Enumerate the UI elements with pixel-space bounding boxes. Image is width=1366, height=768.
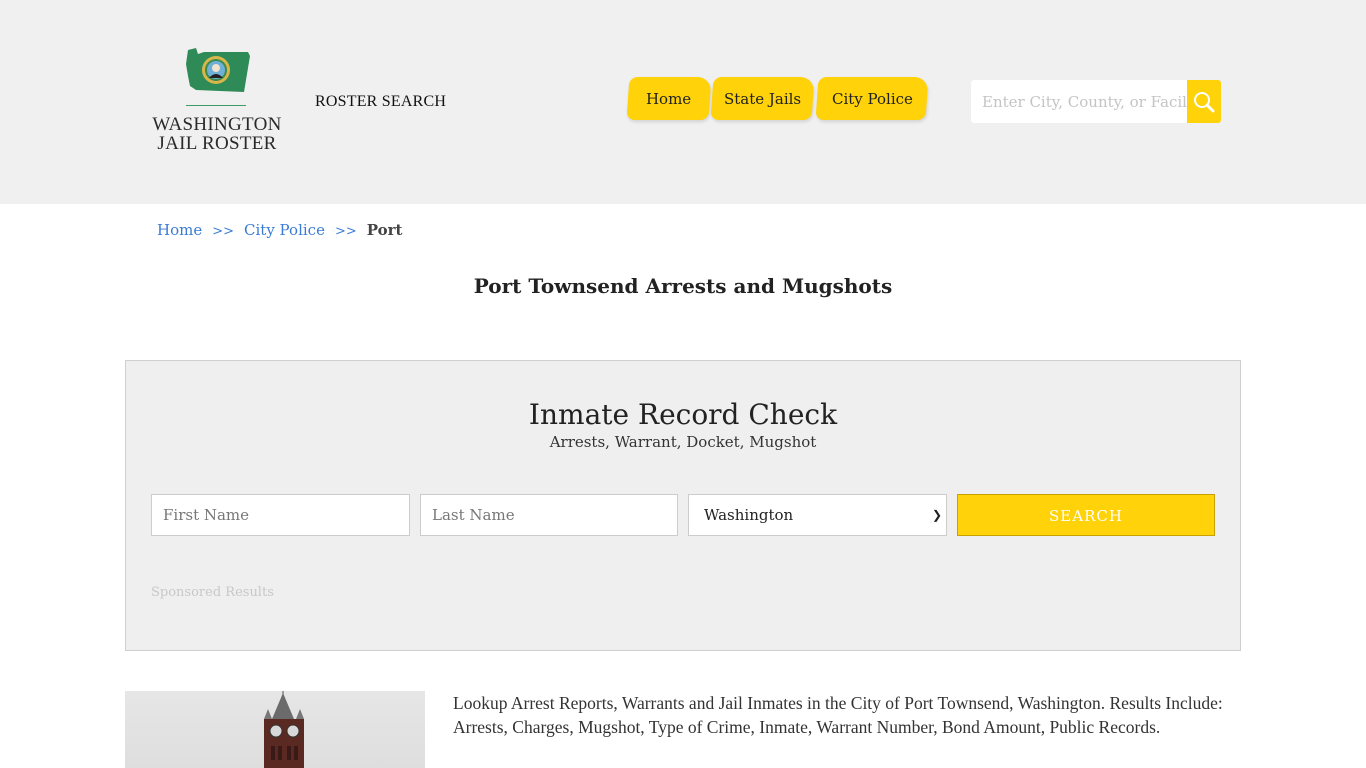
nav-city-police[interactable]: City Police <box>815 77 929 120</box>
nav-state-jails[interactable]: State Jails <box>710 77 815 120</box>
breadcrumb: Home >> City Police >> Port <box>157 221 402 239</box>
breadcrumb-city-police[interactable]: City Police <box>244 221 325 239</box>
first-name-input[interactable] <box>151 494 410 536</box>
nav-state-jails-label: State Jails <box>723 90 802 108</box>
nav-home[interactable]: Home <box>626 77 712 120</box>
search-icon <box>1194 91 1215 112</box>
breadcrumb-home[interactable]: Home <box>157 221 202 239</box>
washington-state-seal-map-icon <box>186 48 250 92</box>
nav-city-police-label: City Police <box>831 90 913 108</box>
nav-home-label: Home <box>646 90 692 108</box>
logo-line-1: WASHINGTON <box>152 114 282 135</box>
breadcrumb-separator: >> <box>212 224 235 239</box>
facility-search-input[interactable] <box>971 80 1187 123</box>
last-name-input[interactable] <box>420 494 678 536</box>
site-logo[interactable]: WASHINGTON JAIL ROSTER <box>148 44 288 159</box>
logo-line-2: JAIL ROSTER <box>157 133 277 154</box>
page-title: Port Townsend Arrests and Mugshots <box>473 274 893 298</box>
clock-tower-image <box>264 691 304 768</box>
roster-search-link[interactable]: ROSTER SEARCH <box>315 93 446 111</box>
site-header: WASHINGTON JAIL ROSTER ROSTER SEARCH Hom… <box>0 0 1366 204</box>
sponsored-results-label: Sponsored Results <box>151 585 274 600</box>
breadcrumb-separator: >> <box>334 224 357 239</box>
logo-text: WASHINGTON JAIL ROSTER <box>148 115 286 153</box>
city-image <box>125 691 425 768</box>
chevron-down-icon: ❯ <box>931 508 942 522</box>
logo-divider <box>186 105 246 107</box>
facility-search-button[interactable] <box>1187 80 1221 123</box>
state-select[interactable]: Washington ❯ <box>688 494 947 536</box>
state-select-value: Washington <box>704 506 794 524</box>
inmate-record-check-panel: Inmate Record Check Arrests, Warrant, Do… <box>125 360 1241 651</box>
breadcrumb-current: Port <box>366 221 403 239</box>
record-search-button[interactable]: SEARCH <box>957 494 1215 536</box>
record-check-title: Inmate Record Check <box>528 398 838 431</box>
city-description: Lookup Arrest Reports, Warrants and Jail… <box>453 693 1223 737</box>
record-check-subtitle: Arrests, Warrant, Docket, Mugshot <box>549 433 817 451</box>
